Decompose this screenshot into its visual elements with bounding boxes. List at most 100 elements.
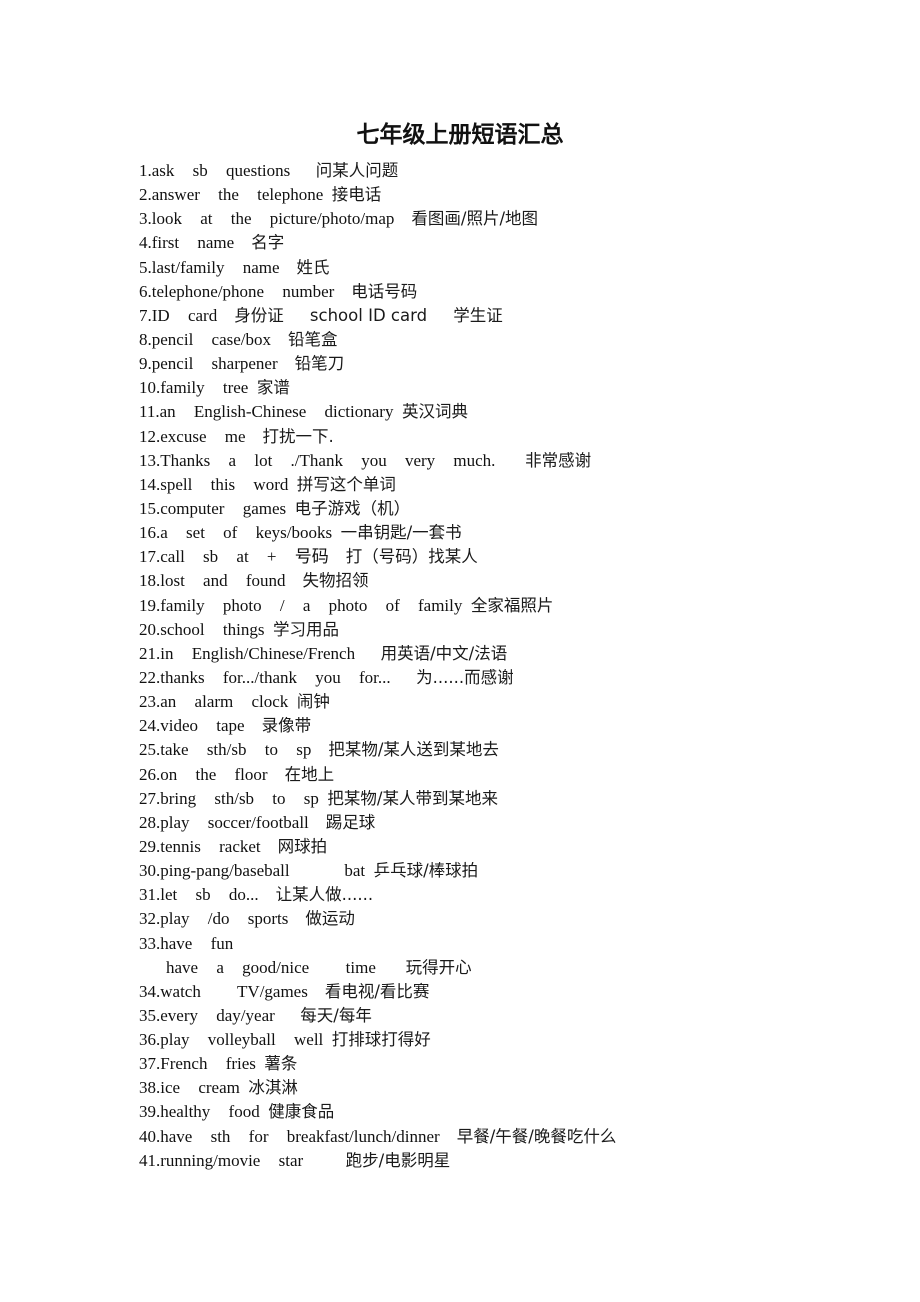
phrase-row: 25.take sth/sb to sp 把某物/某人送到某地去 — [139, 738, 839, 762]
phrase-english: 35.every day/year — [139, 1005, 275, 1025]
phrase-gap — [217, 306, 234, 325]
phrase-gap — [440, 1127, 457, 1146]
phrase-gap — [334, 282, 351, 301]
phrase-row: 21.in English/Chinese/French 用英语/中文/法语 — [139, 642, 839, 666]
phrase-english: 17.call sb at + 号码 — [139, 547, 329, 567]
phrase-chinese: 跑步/电影明星 — [345, 1150, 451, 1170]
phrase-gap — [286, 499, 295, 518]
phrase-english: 23.an alarm clock — [139, 692, 289, 712]
phrase-english: 16.a set of keys/books — [139, 523, 333, 543]
phrase-english: 3.look at the picture/photo/map — [139, 209, 395, 229]
phrase-english: 36.play volleyball well — [139, 1030, 324, 1050]
phrase-english: 29.tennis racket — [139, 836, 261, 856]
phrase-row: 31.let sb do... 让某人做...... — [139, 883, 839, 907]
phrase-gap — [259, 885, 276, 904]
phrase-english: 24.video tape — [139, 716, 245, 736]
phrase-gap — [280, 258, 297, 277]
phrase-chinese: 姓氏 — [296, 257, 330, 277]
phrase-gap — [260, 1102, 269, 1121]
phrase-row: 35.every day/year 每天/每年 — [139, 1004, 839, 1028]
phrase-chinese: 健康食品 — [268, 1102, 335, 1122]
phrase-row: 28.play soccer/football 踢足球 — [139, 811, 839, 835]
phrase-row: 40.have sth for breakfast/lunch/dinner 早… — [139, 1125, 839, 1149]
phrase-english: 39.healthy food — [139, 1102, 260, 1122]
phrase-chinese: 电话号码 — [351, 281, 418, 301]
phrase-row: 36.play volleyball well 打排球打得好 — [139, 1028, 839, 1052]
phrase-gap — [246, 427, 263, 446]
phrase-row: 11.an English-Chinese dictionary 英汉词典 — [139, 400, 839, 424]
phrase-gap — [311, 740, 328, 759]
phrase-gap — [264, 620, 273, 639]
phrase-english: have a good/nice time — [166, 957, 376, 977]
phrase-chinese: 名字 — [251, 233, 285, 253]
document-title-text: 七年级上册短语汇总 — [356, 122, 564, 147]
phrase-gap — [323, 1030, 332, 1049]
phrase-row: 22.thanks for.../thank you for... 为.....… — [139, 666, 839, 690]
phrase-row: 32.play /do sports 做运动 — [139, 907, 839, 931]
phrase-english: 37.French fries — [139, 1054, 256, 1074]
phrase-english: 7.ID card — [139, 305, 218, 325]
phrase-english: 18.lost and found — [139, 571, 286, 591]
phrase-gap — [394, 209, 411, 228]
phrase-gap — [308, 982, 325, 1001]
phrase-chinese: 看电视/看比赛 — [324, 981, 430, 1001]
phrase-english: 10.family tree — [139, 378, 249, 398]
phrase-row: 12.excuse me 打扰一下. — [139, 425, 839, 449]
phrase-chinese: 问某人问题 — [315, 161, 399, 180]
phrase-chinese: 冰淇淋 — [248, 1078, 298, 1098]
phrase-gap — [268, 765, 285, 784]
phrase-gap — [288, 475, 297, 494]
phrase-row: 15.computer games 电子游戏（机） — [139, 497, 839, 521]
phrase-row: 38.ice cream 冰淇淋 — [139, 1076, 839, 1100]
phrase-chinese: 网球拍 — [277, 836, 328, 856]
phrase-gap — [462, 596, 471, 615]
phrase-chinese: 接电话 — [331, 185, 382, 205]
phrase-english: 27.bring sth/sb to sp — [139, 788, 319, 808]
phrase-row: 27.bring sth/sb to sp 把某物/某人带到某地来 — [139, 787, 839, 811]
phrase-row: 26.on the floor 在地上 — [139, 763, 839, 787]
phrase-row: 4.first name 名字 — [139, 231, 839, 255]
phrase-row: 7.ID card 身份证 school ID card 学生证 — [139, 304, 839, 328]
phrase-chinese: 一串钥匙/一套书 — [340, 523, 462, 543]
phrase-chinese: 铅笔盒 — [288, 329, 338, 349]
phrase-gap — [261, 837, 278, 856]
phrase-row: 13.Thanks a lot ./Thank you very much. 非… — [139, 449, 839, 473]
phrase-english: 8.pencil case/box — [139, 329, 272, 349]
phrase-english: 13.Thanks a lot ./Thank you very much. — [139, 450, 496, 470]
phrase-english: 26.on the floor — [139, 764, 268, 784]
phrase-english: 30.ping-pang/baseball bat — [139, 861, 366, 881]
phrase-chinese: 身份证 school ID card 学生证 — [234, 305, 503, 325]
phrase-gap — [248, 378, 257, 397]
phrase-gap — [288, 692, 297, 711]
phrase-gap — [309, 813, 326, 832]
phrase-english: 14.spell this word — [139, 474, 289, 494]
phrase-english: 40.have sth for breakfast/lunch/dinner — [139, 1126, 440, 1146]
phrase-chinese: 每天/每年 — [300, 1005, 372, 1025]
phrase-gap — [303, 1151, 346, 1170]
phrase-chinese: 拼写这个单词 — [296, 474, 396, 494]
phrase-chinese: 失物招领 — [302, 571, 369, 591]
phrase-chinese: 闹钟 — [296, 692, 330, 712]
phrase-gap — [278, 354, 295, 373]
phrase-row: 37.French fries 薯条 — [139, 1052, 839, 1076]
document-page: 七年级上册短语汇总 1.ask sb questions 问某人问题 2.answ… — [0, 0, 920, 1302]
phrase-row: 17.call sb at + 号码 打（号码）找某人 — [139, 545, 839, 569]
phrase-english: 41.running/movie star — [139, 1150, 304, 1170]
phrase-gap — [332, 523, 341, 542]
phrase-english: 32.play /do sports — [139, 909, 289, 929]
phrase-gap — [288, 909, 305, 928]
phrase-row: have a good/nice time 玩得开心 — [139, 956, 839, 980]
phrase-english: 19.family photo / a photo of family — [139, 595, 463, 615]
phrase-chinese: 踢足球 — [325, 812, 376, 832]
phrase-english: 21.in English/Chinese/French — [139, 643, 356, 663]
phrase-english: 33.have fun — [139, 933, 234, 953]
phrase-gap — [329, 547, 346, 566]
phrase-english: 28.play soccer/football — [139, 812, 309, 832]
phrase-gap — [376, 958, 406, 977]
phrase-chinese: 家谱 — [256, 378, 290, 398]
phrase-chinese: 看图画/照片/地图 — [411, 209, 539, 229]
phrase-english: 20.school things — [139, 619, 265, 639]
phrase-gap — [393, 402, 402, 421]
phrase-chinese: 早餐/午餐/晚餐吃什么 — [456, 1126, 617, 1146]
phrase-list: 1.ask sb questions 问某人问题 2.answer the tel… — [139, 159, 839, 1173]
